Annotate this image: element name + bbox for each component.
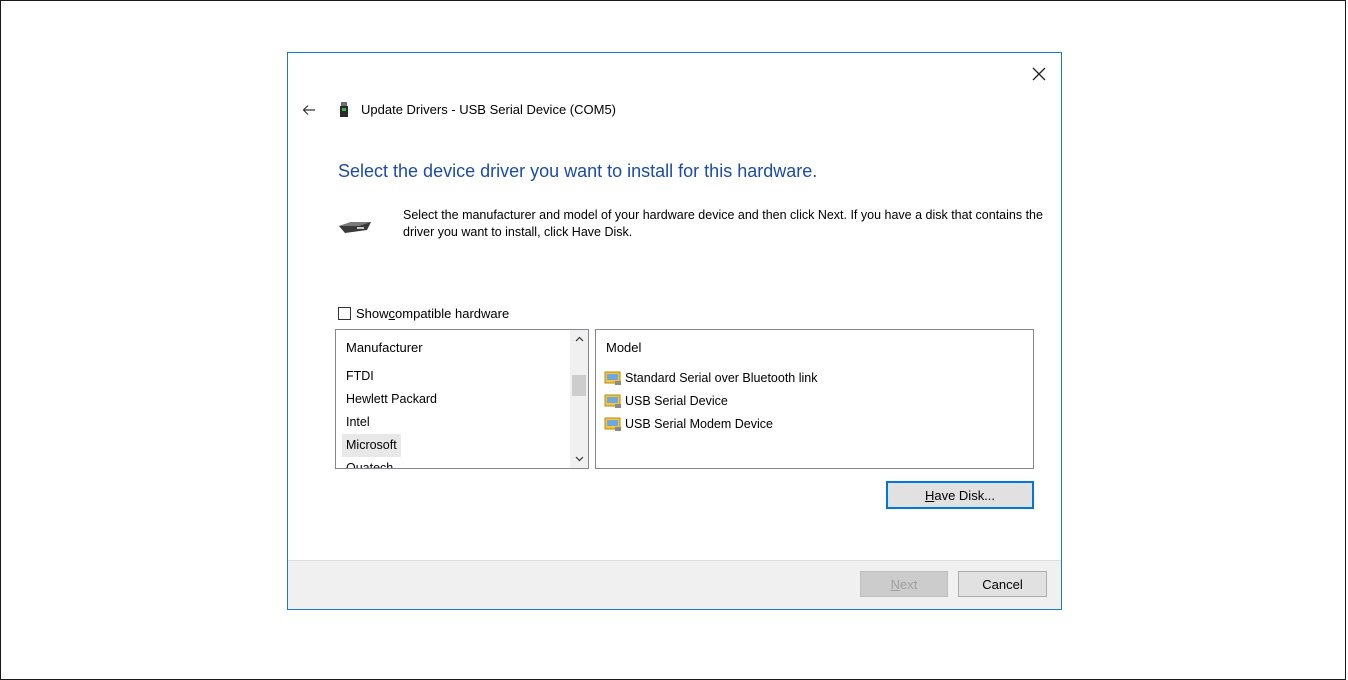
scroll-thumb[interactable] <box>572 375 586 396</box>
scroll-up-button[interactable] <box>570 330 588 348</box>
scroll-down-button[interactable] <box>570 450 588 468</box>
back-button[interactable] <box>298 100 320 120</box>
page-heading: Select the device driver you want to ins… <box>338 161 818 181</box>
close-icon <box>1032 67 1046 81</box>
manufacturer-list[interactable]: Manufacturer FTDI Hewlett Packard Intel … <box>335 329 589 469</box>
manufacturer-item[interactable]: FTDI <box>342 365 400 388</box>
chevron-down-icon <box>575 456 583 462</box>
manufacturer-scrollbar[interactable] <box>570 330 588 468</box>
driver-icon <box>604 394 621 408</box>
model-item-label: USB Serial Device <box>625 393 728 408</box>
manufacturer-item[interactable]: Quatech <box>342 457 400 468</box>
model-item-label: USB Serial Modem Device <box>625 416 773 431</box>
next-label: ext <box>900 576 918 592</box>
checkbox-label-post: ompatible hardware <box>395 306 510 321</box>
model-list[interactable]: Model Standard Serial over Bluetooth lin… <box>595 329 1034 469</box>
have-disk-label: ave Disk... <box>934 487 996 503</box>
cancel-button[interactable]: Cancel <box>958 571 1047 597</box>
model-item[interactable]: USB Serial Device <box>604 389 1033 412</box>
dialog-title: Update Drivers - USB Serial Device (COM5… <box>361 102 617 117</box>
dialog-footer: Next Cancel <box>288 560 1061 609</box>
have-disk-button[interactable]: Have Disk... <box>886 481 1034 509</box>
manufacturer-item[interactable]: Hewlett Packard <box>342 388 441 411</box>
model-item[interactable]: Standard Serial over Bluetooth link <box>604 366 1033 389</box>
hardware-device-icon <box>339 222 371 233</box>
usb-device-icon <box>340 102 348 117</box>
update-drivers-dialog: Update Drivers - USB Serial Device (COM5… <box>287 52 1062 610</box>
instructions-text: Select the manufacturer and model of you… <box>403 208 1043 239</box>
chevron-up-icon <box>575 336 583 342</box>
next-button[interactable]: Next <box>860 571 948 597</box>
close-button[interactable] <box>1025 61 1053 87</box>
show-compatible-hardware-checkbox[interactable]: Show c ompatible hardware <box>338 306 509 321</box>
driver-icon <box>604 417 621 431</box>
model-item-label: Standard Serial over Bluetooth link <box>625 370 818 385</box>
manufacturer-header: Manufacturer <box>346 340 423 355</box>
model-header: Model <box>606 340 642 355</box>
checkbox-box[interactable] <box>338 307 351 320</box>
model-item[interactable]: USB Serial Modem Device <box>604 412 1033 435</box>
have-disk-mnemonic: H <box>924 487 935 503</box>
driver-icon <box>604 371 621 385</box>
next-mnemonic: N <box>890 576 901 592</box>
back-arrow-icon <box>302 105 315 115</box>
checkbox-label-pre: Show <box>356 306 389 321</box>
manufacturer-item-selected[interactable]: Microsoft <box>342 434 401 457</box>
manufacturer-item[interactable]: Intel <box>342 411 400 434</box>
